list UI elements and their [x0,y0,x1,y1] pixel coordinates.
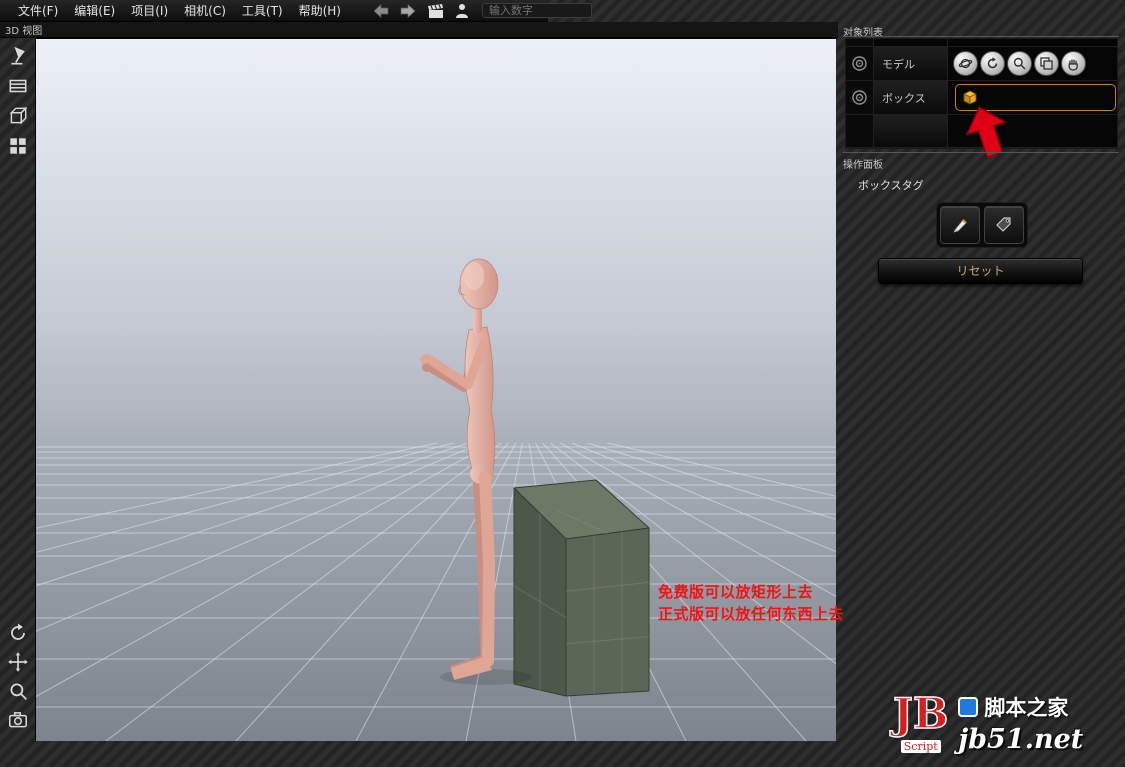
menu-item-tools[interactable]: 工具(T) [234,2,291,19]
back-icon[interactable] [371,2,391,20]
rotate-icon[interactable] [6,621,30,645]
application-window: 文件(F) 编辑(E) 项目(I) 相机(C) 工具(T) 帮助(H) [0,0,1125,767]
ruler-icon[interactable] [6,74,30,98]
tag-icon [994,215,1014,235]
3d-scene [36,39,836,741]
watermark-logo-sub: Script [901,740,941,753]
operation-panel-title: 操作面板 [843,156,883,171]
watermark: JB Script 脚本之家 jb51.net [893,684,1123,762]
object-list-divider [843,36,1119,37]
visibility-icon[interactable] [846,81,874,115]
annotation-line-2: 正式版可以放任何东西上去 [658,603,844,624]
paint-icon [950,215,970,235]
clapperboard-icon[interactable] [425,2,445,20]
menu-item-camera[interactable]: 相机(C) [176,2,234,19]
viewport-header-label: 3D 视图 [5,22,42,37]
tag-button[interactable] [984,206,1024,244]
watermark-logo-text: JB [893,693,948,735]
table-spacer [948,39,1117,47]
model-tools [948,47,1117,81]
box-object [514,480,649,696]
move-icon[interactable] [6,650,30,674]
object-row-box-label: ボックス [882,90,926,106]
paint-button[interactable] [940,206,980,244]
layers-icon[interactable] [1034,51,1059,76]
zoom-icon[interactable] [6,679,30,703]
table-spacer [846,39,874,47]
visibility-icon[interactable] [846,47,874,81]
person-icon[interactable] [452,2,472,20]
menu-item-edit[interactable]: 编辑(E) [66,2,123,19]
number-input[interactable] [482,3,592,18]
lamp-icon[interactable] [6,44,30,68]
box-tag-label: ボックスタグ [858,177,924,193]
cube-icon[interactable] [6,104,30,128]
menu-item-file[interactable]: 文件(F) [10,2,66,19]
zoom-tool-icon[interactable] [1007,51,1032,76]
annotation-line-1: 免费版可以放矩形上去 [658,581,813,602]
watermark-site-name: 脚本之家 [984,692,1068,722]
orbit-icon[interactable] [953,51,978,76]
forward-icon[interactable] [398,2,418,20]
menubar: 文件(F) 编辑(E) 项目(I) 相机(C) 工具(T) 帮助(H) [0,0,548,22]
blocks-icon[interactable] [6,134,30,158]
hand-icon[interactable] [1061,51,1086,76]
left-toolbar [0,38,35,740]
table-spacer [874,39,948,47]
watermark-site-icon [958,697,978,717]
menu-item-project[interactable]: 项目(I) [123,2,176,19]
table-empty-cell [874,115,948,148]
object-row-box[interactable]: ボックス [874,81,948,115]
viewport-3d[interactable]: 免费版可以放矩形上去 正式版可以放任何东西上去 [35,38,836,741]
viewport-header: 3D 视图 [0,22,838,38]
red-arrow-annotation [962,104,1012,158]
operation-panel-divider [843,152,1119,153]
watermark-logo: JB Script [893,693,948,754]
menu-item-help[interactable]: 帮助(H) [291,2,349,19]
object-row-model-label: モデル [882,56,915,72]
object-row-model[interactable]: モデル [874,47,948,81]
table-empty-cell [846,115,874,148]
rotate-tool-icon[interactable] [980,51,1005,76]
watermark-site-url: jb51.net [958,724,1083,755]
reset-button[interactable]: リセット [878,258,1083,284]
tag-tool-buttons [936,202,1028,248]
menubar-icons [371,2,472,20]
camera-icon[interactable] [6,708,30,732]
